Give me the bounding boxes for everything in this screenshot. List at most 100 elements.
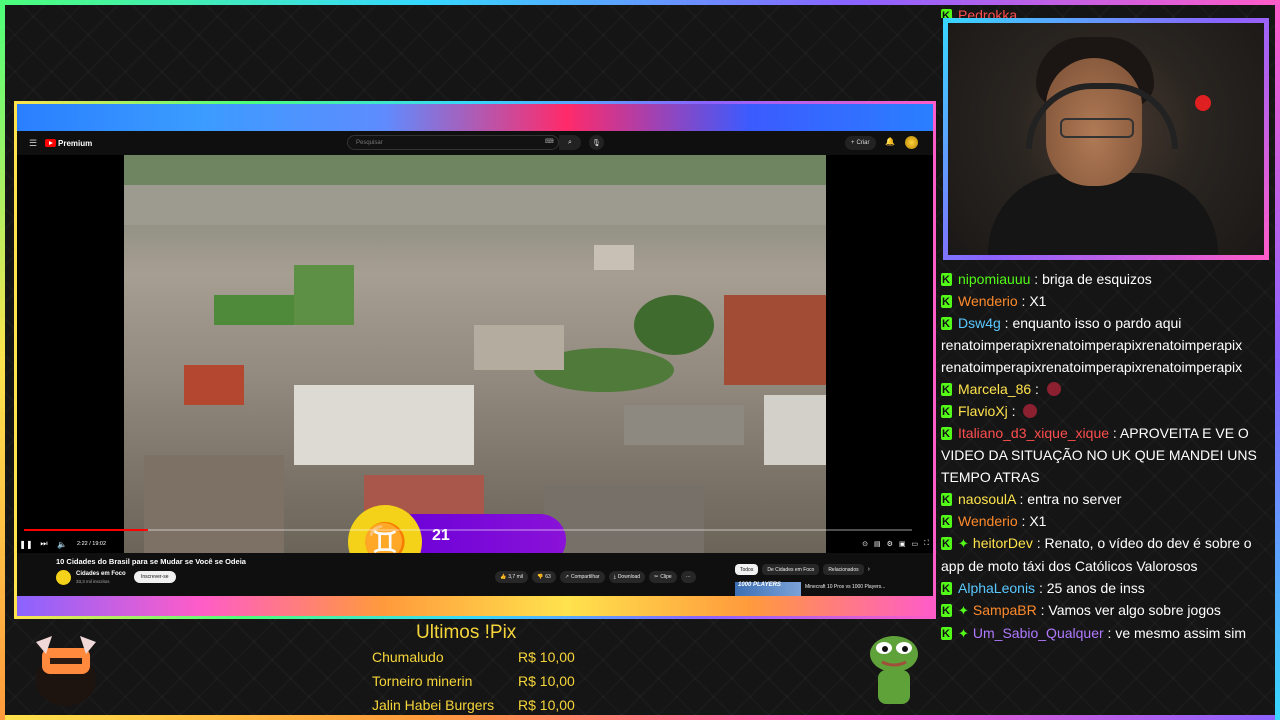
- clip-label: Clipe: [660, 574, 672, 580]
- webcam-frame: [943, 18, 1269, 260]
- volume-icon[interactable]: 🔈: [53, 540, 71, 549]
- more-button[interactable]: ···: [680, 571, 696, 583]
- chat-panel: nipomiauuu : briga de esquizosWenderio :…: [941, 268, 1271, 645]
- kick-icon: [941, 578, 952, 600]
- autoplay-toggle[interactable]: ⊙: [862, 540, 868, 548]
- like-button[interactable]: 👍 3,7 mil: [495, 571, 528, 583]
- mic-icon: 🎙: [592, 139, 601, 147]
- city-aerial-image: [124, 155, 826, 553]
- pix-row: Chumaludo R$ 10,00: [372, 645, 575, 669]
- bell-icon[interactable]: 🔔: [885, 137, 895, 146]
- share-icon: ↗: [564, 574, 569, 580]
- chat-user[interactable]: Italiano_d3_xique_xique: [958, 425, 1109, 441]
- more-label: ···: [685, 574, 691, 580]
- chat-separator: :: [1035, 580, 1047, 596]
- thumbs-down-icon: 👎: [536, 574, 544, 580]
- chat-user[interactable]: Marcela_86: [958, 381, 1031, 397]
- kick-icon: [941, 623, 952, 645]
- chip-channel[interactable]: De Cidades em Foco: [762, 564, 820, 575]
- emote-icon: [1023, 404, 1038, 418]
- youtube-logo[interactable]: Premium: [45, 139, 92, 148]
- chip-related[interactable]: Relacionados: [823, 564, 864, 575]
- video-frame[interactable]: [124, 155, 826, 553]
- create-label: Criar: [856, 140, 870, 146]
- kick-icon: [941, 379, 952, 401]
- chat-separator: :: [1007, 403, 1020, 419]
- account-avatar[interactable]: [905, 136, 918, 149]
- subscriber-badge-icon: ✦: [958, 626, 969, 641]
- chat-text: X1: [1029, 293, 1047, 309]
- player-right-controls: ⊙ ▤ ⚙ ▣ ▭ ⛶: [862, 535, 929, 553]
- scissors-icon: ✂: [654, 574, 659, 580]
- fullscreen-icon[interactable]: ⛶: [924, 540, 929, 548]
- search-input[interactable]: Pesquisar: [347, 135, 559, 150]
- kick-icon: [941, 533, 952, 555]
- chat-message: naosoulA : entra no server: [941, 488, 1271, 511]
- chat-message: ✦ SampaBR : Vamos ver algo sobre jogos: [941, 599, 1271, 622]
- chat-separator: :: [1103, 625, 1116, 641]
- chat-user[interactable]: Wenderio: [958, 293, 1018, 309]
- chat-user[interactable]: FlavioXj: [958, 403, 1008, 419]
- pix-amount: R$ 10,00: [518, 649, 575, 665]
- chat-text: 25 anos de inss: [1046, 580, 1145, 596]
- mic-button[interactable]: 🎙: [589, 135, 604, 150]
- pepe-image: [870, 636, 918, 704]
- video-actions: 👍 3,7 mil 👎 63 ↗ Compartilhar ⤓ Download ✂ Cl…: [495, 571, 696, 583]
- chat-user[interactable]: Um_Sabio_Qualquer: [973, 625, 1104, 641]
- keyboard-icon[interactable]: ⌨: [545, 138, 554, 145]
- pix-amount: R$ 10,00: [518, 673, 575, 689]
- theater-icon[interactable]: ▭: [911, 540, 918, 548]
- logo-text: Premium: [58, 138, 93, 148]
- chat-text: X1: [1029, 513, 1047, 529]
- plus-icon: +: [851, 140, 855, 146]
- chat-message: Dsw4g : enquanto isso o pardo aqui renat…: [941, 312, 1271, 378]
- chat-user[interactable]: heitorDev: [973, 535, 1033, 551]
- chat-separator: :: [1030, 271, 1043, 287]
- chat-user[interactable]: Wenderio: [958, 513, 1018, 529]
- hamburger-icon[interactable]: ☰: [29, 138, 37, 149]
- subscriber-badge-icon: ✦: [958, 536, 969, 551]
- search-placeholder: Pesquisar: [356, 139, 383, 146]
- chat-message: FlavioXj :: [941, 400, 1271, 423]
- dislike-button[interactable]: 👎 63: [531, 571, 556, 583]
- chat-user[interactable]: SampaBR: [973, 602, 1037, 618]
- channel-avatar[interactable]: [56, 570, 71, 585]
- video-title: 10 Cidades do Brasil para se Mudar se Vo…: [56, 557, 246, 566]
- share-button[interactable]: ↗ Compartilhar: [559, 571, 605, 583]
- chat-separator: :: [1017, 293, 1030, 309]
- like-count: 3,7 mil: [508, 574, 523, 580]
- subscribe-button[interactable]: Inscrever-se: [134, 571, 176, 583]
- channel-name[interactable]: Cidades em Foco: [76, 571, 126, 577]
- settings-icon[interactable]: ⚙: [887, 540, 893, 548]
- pix-list: Chumaludo R$ 10,00 Torneiro minerin R$ 10,0…: [372, 645, 575, 717]
- clip-button[interactable]: ✂ Clipe: [649, 571, 677, 583]
- comment-count: 63: [545, 574, 551, 580]
- emote-icon: [1046, 382, 1061, 396]
- thumbs-up-icon: 👍: [500, 574, 507, 580]
- download-button[interactable]: ⤓ Download: [608, 571, 646, 583]
- search-button[interactable]: ⌕: [559, 135, 581, 150]
- chat-user[interactable]: nipomiauuu: [958, 271, 1030, 287]
- pause-icon[interactable]: ❚❚: [17, 540, 35, 549]
- chat-message: ✦heitorDev : Renato, o vídeo do dev é so…: [941, 532, 1271, 577]
- recommended-title[interactable]: Minecraft 10 Pros vs 1000 Players...: [805, 584, 895, 590]
- chat-user[interactable]: naosoulA: [958, 491, 1016, 507]
- subtitles-icon[interactable]: ▤: [874, 540, 881, 548]
- frame-bottom: [0, 715, 1280, 720]
- search-icon: ⌕: [568, 138, 572, 146]
- video-player[interactable]: ♊ 21 ❚❚ ⏭ 🔈 2:22 / 19:02 ⊙ ▤ ⚙ ▣ ▭ ⛶: [17, 155, 933, 579]
- share-label: Compartilhar: [570, 574, 600, 580]
- miniplayer-icon[interactable]: ▣: [899, 540, 906, 548]
- frame-right: [1275, 0, 1280, 720]
- create-button[interactable]: + Criar: [845, 136, 876, 150]
- chat-separator: :: [1000, 315, 1013, 331]
- chat-user[interactable]: AlphaLeonis: [958, 580, 1035, 596]
- chat-user[interactable]: Pedrokka: [958, 7, 1017, 18]
- chip-all[interactable]: Todos: [735, 564, 759, 575]
- chat-user[interactable]: Dsw4g: [958, 315, 1001, 331]
- chat-text: entra no server: [1027, 491, 1122, 507]
- next-icon[interactable]: ⏭: [35, 539, 53, 549]
- chevron-right-icon[interactable]: ›: [868, 564, 870, 575]
- pix-row: Jalin Habei Burgers R$ 10,00: [372, 693, 575, 717]
- progress-bar[interactable]: [24, 529, 912, 531]
